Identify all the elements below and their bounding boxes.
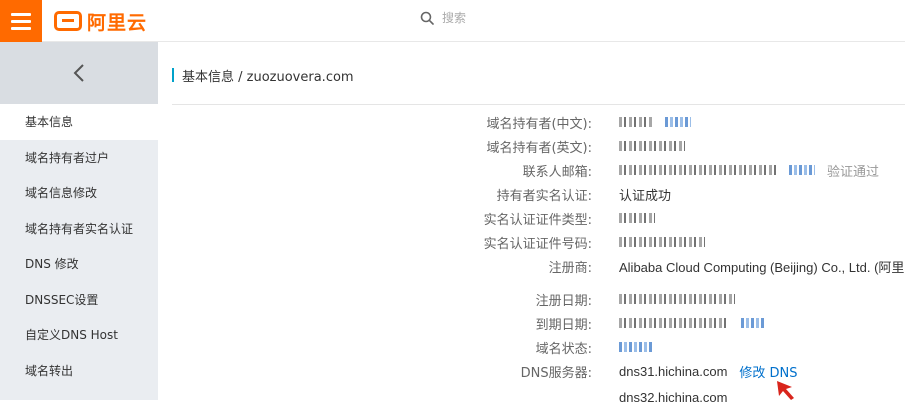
field-label: 联系人邮箱: [522,164,592,180]
field-value: Alibaba Cloud Computing (Beijing) Co., L… [619,257,905,276]
sidebar-item-info-modify[interactable]: 域名信息修改 [0,175,158,211]
masked-value [619,141,685,151]
accent-bar [172,68,174,82]
info-row-status: 域名状态: [158,337,905,357]
info-row-exp-date: 到期日期: [158,313,905,333]
logo-text: 阿里云 [87,11,148,34]
menu-icon[interactable] [0,0,42,42]
field-label: 实名认证证件类型: [483,212,592,228]
field-value: 认证成功 [619,188,672,204]
search-input[interactable] [442,11,592,25]
field-value [619,141,685,151]
info-row-registrar: 注册商: Alibaba Cloud Computing (Beijing) C… [158,256,905,276]
info-row-holder-cn: 域名持有者(中文): [158,112,905,132]
field-label: 注册日期: [535,293,592,309]
back-button[interactable] [0,42,158,104]
field-label: 持有者实名认证: [496,188,592,204]
registrar-name: Alibaba Cloud Computing (Beijing) Co., L… [619,259,905,275]
masked-value [741,318,765,328]
masked-value [619,213,655,223]
masked-value [619,165,777,175]
email-status: 验证通过 [827,164,880,180]
masked-value [619,117,653,127]
dns-server-2: dns32.hichina.com [619,389,728,405]
field-label: 注册商: [548,260,592,276]
field-label: DNS服务器: [520,365,592,381]
top-bar: 阿里云 [0,0,905,42]
search-box[interactable] [420,11,592,25]
sidebar-item-dns-modify[interactable]: DNS 修改 [0,246,158,282]
sidebar-item-domain-transfer-out[interactable]: 域名转出 [0,353,158,389]
field-value [619,318,765,328]
field-label: 域名持有者(中文): [486,116,592,132]
info-row-cert-type: 实名认证证件类型: [158,208,905,228]
sidebar-item-basic-info[interactable]: 基本信息 [0,104,158,140]
sidebar: 基本信息 域名持有者过户 域名信息修改 域名持有者实名认证 DNS 修改 DNS… [0,42,158,400]
masked-value [665,117,691,127]
field-value [619,117,691,127]
sidebar-item-custom-dns-host[interactable]: 自定义DNS Host [0,317,158,353]
info-row-dns: DNS服务器: dns31.hichina.com 修改 DNS [158,361,905,381]
masked-value [619,318,729,328]
field-value: 验证通过 [619,161,879,180]
field-value [619,213,655,223]
field-value: dns32.hichina.com [619,390,727,405]
masked-value [619,294,735,304]
page-title: 基本信息 / zuozuovera.com [182,69,354,85]
masked-value [789,165,815,175]
sidebar-item-dnssec[interactable]: DNSSEC设置 [0,282,158,318]
chevron-left-icon [73,64,84,82]
info-row-holder-en: 域名持有者(英文): [158,136,905,156]
field-label: 到期日期: [535,317,592,333]
field-label: 域名状态: [535,341,592,357]
field-value [619,342,653,352]
page-header: 基本信息 / zuozuovera.com [172,66,354,85]
info-row-reg-date: 注册日期: [158,289,905,309]
main-content: 基本信息 / zuozuovera.com 域名持有者(中文): 域名持有者(英… [158,42,905,405]
info-row-realname: 持有者实名认证: 认证成功 [158,184,905,204]
dns-server-1: dns31.hichina.com [619,363,728,379]
field-value [619,237,705,247]
divider [172,104,905,105]
field-value [619,294,735,304]
sidebar-item-realname-verify[interactable]: 域名持有者实名认证 [0,211,158,247]
logo-mark-icon [54,11,82,31]
search-icon [420,11,434,25]
sidebar-item-owner-transfer[interactable]: 域名持有者过户 [0,140,158,176]
field-label: 实名认证证件号码: [483,236,592,252]
info-row-cert-no: 实名认证证件号码: [158,232,905,252]
modify-dns-link[interactable]: 修改 DNS [739,362,797,381]
field-label: 域名持有者(英文): [486,140,592,156]
red-arrow-cursor-icon [777,381,794,400]
info-row-email: 联系人邮箱: 验证通过 [158,160,905,180]
masked-value [619,237,705,247]
aliyun-logo[interactable]: 阿里云 [54,9,148,34]
field-value: dns31.hichina.com 修改 DNS [619,362,798,381]
masked-value [619,342,653,352]
